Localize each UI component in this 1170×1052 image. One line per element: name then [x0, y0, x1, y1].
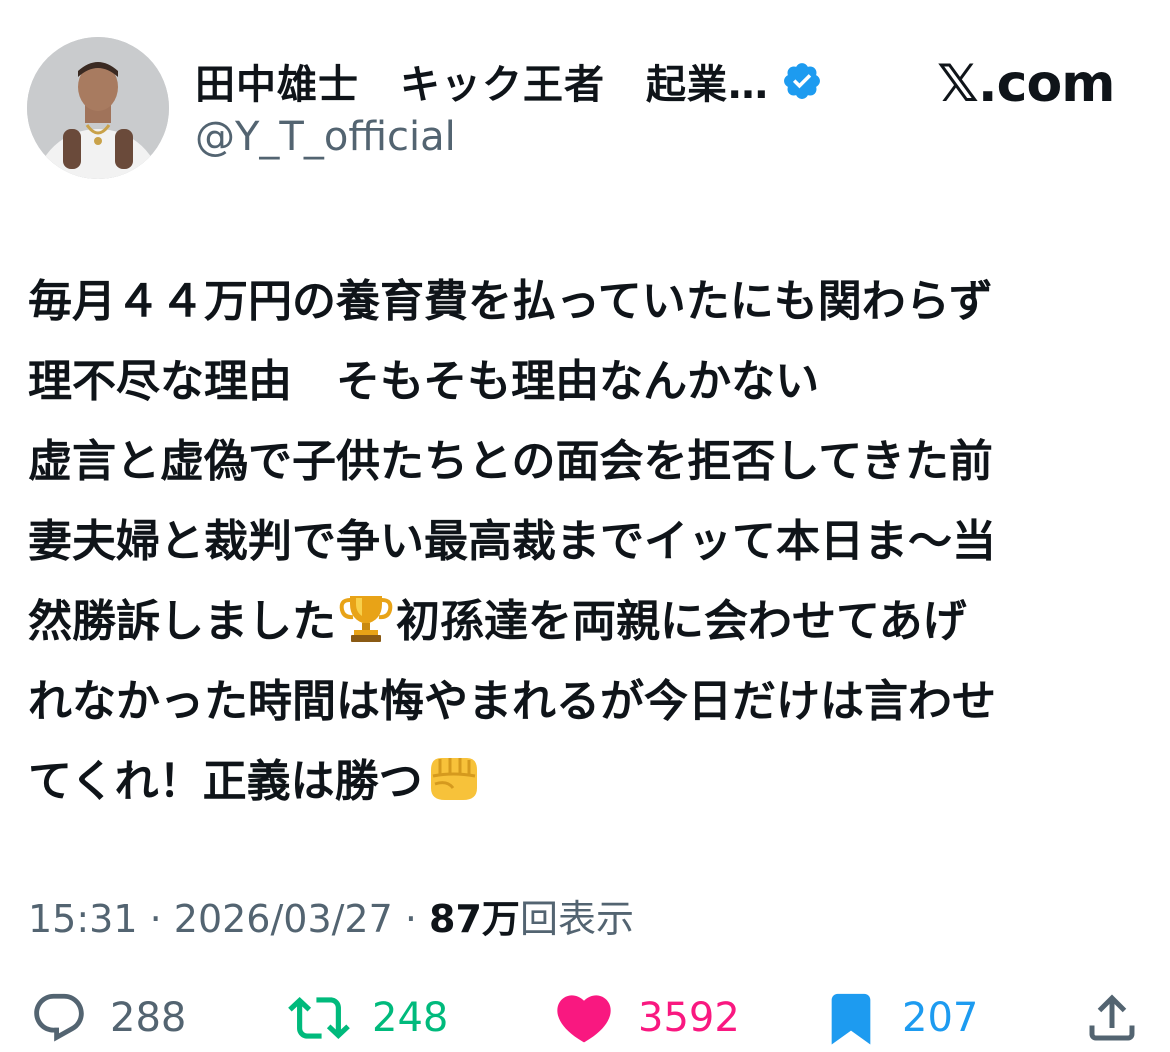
avatar[interactable]: [27, 37, 169, 179]
bookmark-button[interactable]: 207: [822, 984, 978, 1052]
fist-emoji: [423, 750, 483, 804]
views-count: 87万: [429, 897, 520, 941]
tweet-meta: 15:31 · 2026/03/27 · 87万回表示: [28, 888, 634, 943]
heart-icon: [557, 995, 611, 1043]
views-label: 回表示: [519, 897, 634, 941]
meta-separator: ·: [137, 897, 174, 941]
brand-logo: 𝕏.com: [935, 54, 1115, 114]
brand-text: 𝕏.com: [937, 54, 1115, 114]
avatar-photo: [27, 37, 169, 179]
meta-separator: ·: [392, 897, 430, 941]
share-icon: [1089, 994, 1135, 1041]
tweet-text: 毎月４４万円の養育費を払っていたにも関わらず 理不尽な理由 そもそも理由なんかな…: [28, 262, 1148, 822]
retweet-icon: [288, 997, 350, 1039]
author-handle[interactable]: @Y_T_official: [195, 114, 456, 160]
tweet-text-part-1: 毎月４４万円の養育費を払っていたにも関わらず 理不尽な理由 そもそも理由なんかな…: [28, 276, 996, 647]
tweet-time[interactable]: 15:31: [28, 897, 138, 941]
like-count: 3592: [638, 995, 740, 1041]
reply-icon: [34, 993, 84, 1042]
bookmark-icon: [831, 993, 871, 1045]
share-button[interactable]: [1082, 984, 1142, 1052]
author-display-name[interactable]: 田中雄士 キック王者 起業…: [195, 52, 769, 110]
trophy-emoji: [336, 590, 396, 644]
action-bar: 288 248 3592 207: [0, 984, 1170, 1052]
bookmark-count: 207: [902, 995, 979, 1041]
reply-button[interactable]: 288: [30, 984, 186, 1052]
like-button[interactable]: 3592: [552, 984, 740, 1052]
reply-count: 288: [110, 995, 187, 1041]
retweet-count: 248: [372, 995, 449, 1041]
verified-badge-icon: [781, 60, 823, 102]
author-name-row[interactable]: 田中雄士 キック王者 起業…: [195, 52, 823, 110]
retweet-button[interactable]: 248: [288, 984, 448, 1052]
tweet-date[interactable]: 2026/03/27: [174, 897, 393, 941]
